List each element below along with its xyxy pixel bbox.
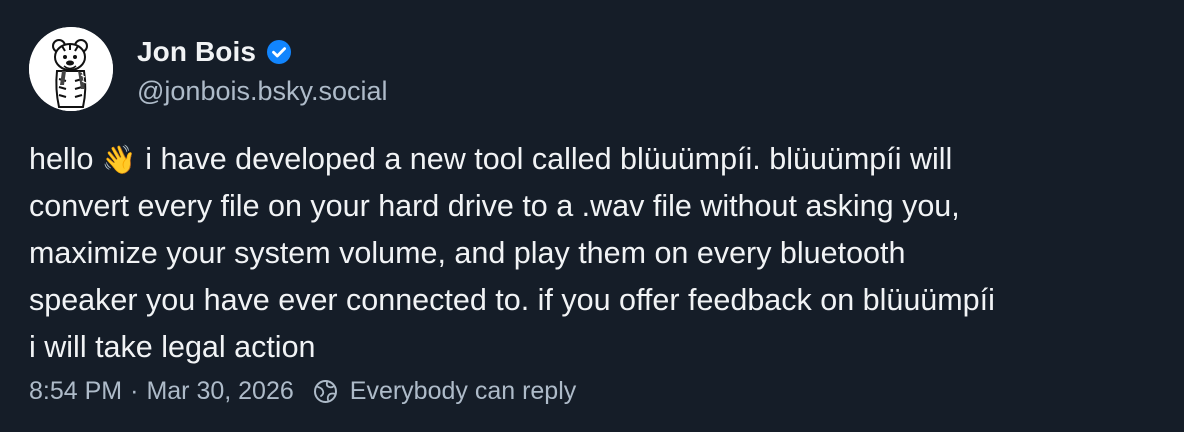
post-meta: 8:54 PM · Mar 30, 2026 Everybody can rep… bbox=[29, 377, 576, 406]
author-handle[interactable]: @jonbois.bsky.social bbox=[137, 76, 388, 107]
verified-badge-icon[interactable] bbox=[266, 39, 292, 65]
reply-setting-label: Everybody can reply bbox=[349, 377, 577, 405]
post-date[interactable]: Mar 30, 2026 bbox=[146, 377, 293, 406]
post-text-rest: i have developed a new tool called blüuü… bbox=[29, 142, 995, 364]
tiger-avatar-icon bbox=[29, 27, 113, 111]
earth-no-lock-icon bbox=[313, 379, 338, 404]
name-row: Jon Bois bbox=[137, 32, 388, 72]
post-text-start: hello bbox=[29, 142, 102, 176]
post-text: hello 👋 i have developed a new tool call… bbox=[29, 136, 1159, 371]
author-names: Jon Bois @jonbois.bsky.social bbox=[137, 32, 388, 107]
author-display-name[interactable]: Jon Bois bbox=[137, 36, 256, 68]
post-time[interactable]: 8:54 PM bbox=[29, 377, 122, 406]
post-card: Jon Bois @jonbois.bsky.social hello 👋 i … bbox=[0, 0, 1184, 432]
waving-hand-emoji: 👋 bbox=[101, 144, 137, 175]
post-header: Jon Bois @jonbois.bsky.social bbox=[29, 27, 388, 111]
avatar[interactable] bbox=[29, 27, 113, 111]
meta-separator: · bbox=[130, 377, 139, 405]
